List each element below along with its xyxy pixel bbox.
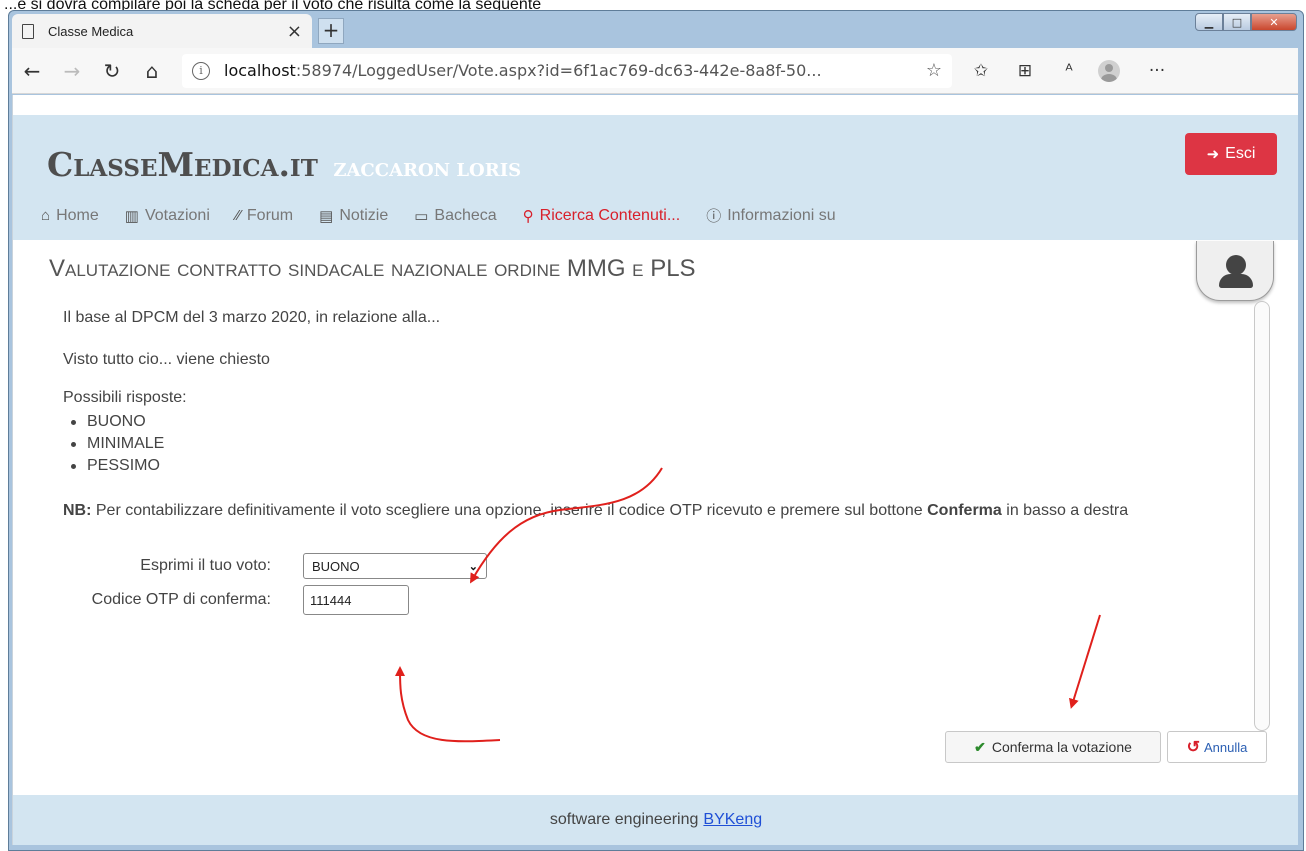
url-host: localhost (224, 61, 296, 80)
brand-name: ClasseMedica.it (47, 145, 318, 184)
site-footer: software engineering BYKeng (13, 795, 1298, 845)
vote-form: Valutazione contratto sindacale nazional… (49, 255, 1249, 615)
profile-icon[interactable] (1098, 59, 1128, 82)
nb-text: Per contabilizzare definitivamente il vo… (91, 502, 928, 519)
otp-input[interactable]: 111444 (303, 585, 409, 615)
page-icon (22, 23, 34, 39)
confirm-label: Conferma la votazione (991, 739, 1132, 755)
url-text: localhost:58974/LoggedUser/Vote.aspx?id=… (224, 61, 920, 80)
site-info-icon[interactable]: i (192, 61, 210, 80)
document-caption: ...e si dovrà compilare poi la scheda pe… (4, 0, 542, 10)
more-icon[interactable]: ··· (1142, 61, 1172, 81)
nav-item-home[interactable]: ⌂ Home (41, 205, 99, 226)
main-nav: ⌂ Home ▥ Votazioni ⁄⁄ Forum ▤ Notizie ▭ Bache… (41, 205, 836, 226)
close-window-button[interactable]: ✕ (1251, 13, 1297, 31)
nav-item-bacheca[interactable]: ▭ Bacheca (414, 205, 496, 226)
nav-label: Ricerca Contenuti... (539, 206, 681, 224)
list-item: PESSIMO (63, 455, 1249, 477)
favorite-star-icon[interactable]: ☆ (926, 60, 942, 81)
side-panel-scrollbar[interactable] (1254, 301, 1270, 731)
refresh-icon[interactable]: ↻ (92, 59, 132, 83)
nav-label: Votazioni (144, 206, 210, 224)
nav-item-votazioni[interactable]: ▥ Votazioni (125, 205, 210, 226)
vote-select[interactable]: BUONO ⌄ (303, 553, 487, 579)
question-text: Visto tutto cio... viene chiesto (63, 351, 270, 368)
collections-icon[interactable]: ⊞ (1010, 61, 1040, 81)
cancel-label: Annulla (1204, 739, 1248, 755)
answers-list: BUONO MINIMALE PESSIMO (63, 411, 1249, 477)
otp-label: Codice OTP di conferma: (91, 591, 271, 608)
footer-link[interactable]: BYKeng (703, 811, 762, 829)
forum-icon: ⁄⁄ (235, 207, 241, 224)
nav-label: Bacheca (434, 206, 497, 224)
cancel-button[interactable]: ↺ Annulla (1167, 731, 1267, 763)
address-bar[interactable]: i localhost:58974/LoggedUser/Vote.aspx?i… (182, 53, 952, 88)
nav-item-ricerca[interactable]: ⚲ Ricerca Contenuti... (523, 205, 681, 226)
news-icon: ▤ (319, 207, 334, 225)
intro-text: Il base al DPCM del 3 marzo 2020, in rel… (63, 309, 441, 326)
list-item: BUONO (63, 411, 1249, 433)
page-title: Valutazione contratto sindacale nazional… (49, 255, 696, 282)
new-tab-button[interactable]: + (318, 18, 344, 44)
nav-item-notizie[interactable]: ▤ Notizie (319, 205, 388, 226)
nb-prefix: NB: (63, 502, 92, 519)
site-header: ClasseMedica.it Zaccaron Loris ➜ Esci ⌂ H… (13, 115, 1298, 240)
confirm-vote-button[interactable]: ✔ Conferma la votazione (945, 731, 1161, 763)
site-brand[interactable]: ClasseMedica.it Zaccaron Loris (47, 145, 521, 184)
nav-item-forum[interactable]: ⁄⁄ Forum (236, 205, 293, 226)
page-viewport: ClasseMedica.it Zaccaron Loris ➜ Esci ⌂ H… (12, 95, 1298, 845)
answers-label: Possibili risposte: (63, 389, 187, 406)
maximize-button[interactable]: □ (1223, 13, 1251, 31)
ballot-icon: ▥ (124, 207, 139, 225)
browser-toolbar: ← → ↻ ⌂ i localhost:58974/LoggedUser/Vot… (12, 48, 1298, 94)
close-tab-icon[interactable]: × (287, 21, 302, 42)
undo-icon: ↺ (1186, 739, 1201, 756)
toolbar-actions: ✩ ⊞ ᴬ ··· (966, 59, 1172, 82)
nb-bold: Conferma (927, 502, 1002, 519)
otp-row: Codice OTP di conferma: 111444 (63, 585, 1249, 615)
window-controls: ▁ □ ✕ (1195, 13, 1297, 31)
vote-label: Esprimi il tuo voto: (140, 557, 271, 574)
nb-suffix: in basso a destra (1001, 502, 1129, 519)
favorites-list-icon[interactable]: ✩ (966, 61, 996, 81)
home-icon: ⌂ (41, 207, 51, 224)
tab-title: Classe Medica (48, 23, 134, 39)
logged-user-name: Zaccaron Loris (333, 160, 522, 181)
nav-label: Forum (246, 206, 294, 224)
nb-note: NB: Per contabilizzare definitivamente i… (63, 499, 1243, 523)
vote-row: Esprimi il tuo voto: BUONO ⌄ (63, 553, 1249, 579)
url-path: :58974/LoggedUser/Vote.aspx?id=6f1ac769-… (295, 61, 822, 80)
nav-label: Home (56, 206, 99, 224)
list-item: MINIMALE (63, 433, 1249, 455)
forward-icon[interactable]: → (52, 59, 92, 83)
nav-label: Notizie (339, 206, 389, 224)
home-icon[interactable]: ⌂ (132, 59, 172, 83)
profile-avatar (1098, 59, 1120, 82)
sign-out-icon: ➜ (1206, 146, 1220, 163)
check-icon: ✔ (974, 738, 986, 755)
logout-label: Esci (1225, 145, 1256, 162)
vote-selected-value: BUONO (312, 558, 360, 574)
nav-item-informazioni[interactable]: ⓘ Informazioni su (706, 205, 836, 226)
browser-tab[interactable]: Classe Medica × (12, 14, 312, 48)
chevron-down-icon: ⌄ (468, 560, 478, 573)
nav-label: Informazioni su (727, 206, 836, 224)
read-aloud-icon[interactable]: ᴬ (1054, 61, 1084, 81)
logout-button[interactable]: ➜ Esci (1185, 133, 1277, 175)
info-icon: ⓘ (706, 208, 722, 225)
footer-text: software engineering (549, 811, 699, 828)
board-icon: ▭ (414, 207, 429, 225)
minimize-button[interactable]: ▁ (1195, 13, 1223, 31)
back-icon[interactable]: ← (12, 59, 52, 83)
search-icon: ⚲ (522, 207, 534, 225)
